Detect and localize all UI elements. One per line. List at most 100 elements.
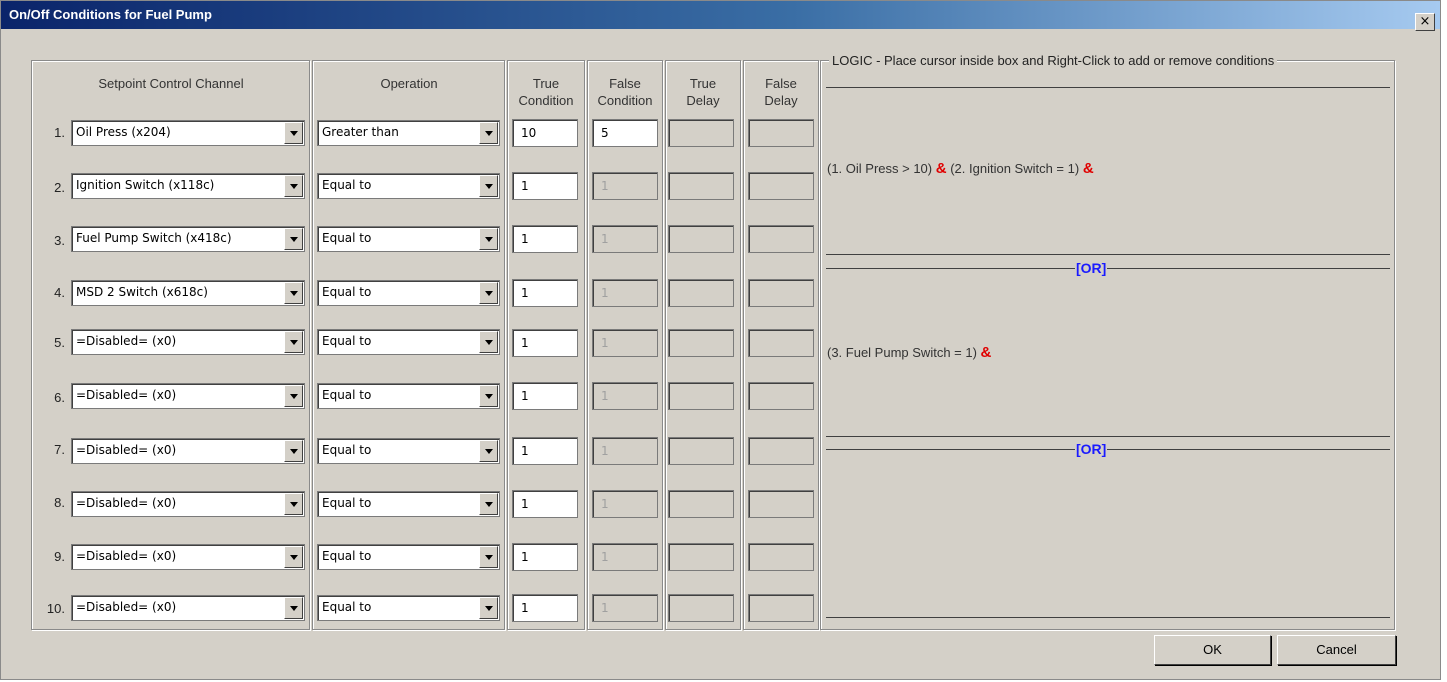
channel-select[interactable]: =Disabled= (x0) bbox=[71, 438, 305, 464]
true-delay-input[interactable] bbox=[668, 543, 734, 571]
chevron-down-icon[interactable] bbox=[479, 282, 498, 304]
chevron-down-icon[interactable] bbox=[284, 493, 303, 515]
chevron-down-icon[interactable] bbox=[479, 122, 498, 144]
chevron-down-icon[interactable] bbox=[479, 440, 498, 462]
operation-select[interactable]: Equal to bbox=[317, 595, 500, 621]
channel-select[interactable]: =Disabled= (x0) bbox=[71, 544, 305, 570]
false-condition-value: 1 bbox=[601, 389, 609, 403]
false-condition-input[interactable]: 1 bbox=[592, 543, 658, 571]
chevron-down-icon[interactable] bbox=[284, 597, 303, 619]
true-condition-input[interactable]: 1 bbox=[512, 594, 578, 622]
true-delay-input[interactable] bbox=[668, 172, 734, 200]
false-condition-input[interactable]: 1 bbox=[592, 382, 658, 410]
operation-select-value: Equal to bbox=[322, 549, 372, 563]
true-condition-input[interactable]: 1 bbox=[512, 225, 578, 253]
channel-select[interactable]: Fuel Pump Switch (x418c) bbox=[71, 226, 305, 252]
true-delay-input[interactable] bbox=[668, 119, 734, 147]
false-delay-input[interactable] bbox=[748, 225, 814, 253]
false-delay-input[interactable] bbox=[748, 279, 814, 307]
true-condition-input[interactable]: 1 bbox=[512, 172, 578, 200]
channel-select-value: =Disabled= (x0) bbox=[76, 443, 177, 457]
channel-select-value: =Disabled= (x0) bbox=[76, 334, 177, 348]
true-delay-input[interactable] bbox=[668, 490, 734, 518]
true-condition-input[interactable]: 10 bbox=[512, 119, 578, 147]
false-condition-input[interactable]: 1 bbox=[592, 490, 658, 518]
operation-select[interactable]: Equal to bbox=[317, 329, 500, 355]
title-bar[interactable]: On/Off Conditions for Fuel Pump bbox=[1, 1, 1440, 29]
window-title: On/Off Conditions for Fuel Pump bbox=[9, 7, 212, 22]
chevron-down-icon[interactable] bbox=[284, 228, 303, 250]
false-delay-input[interactable] bbox=[748, 172, 814, 200]
chevron-down-icon[interactable] bbox=[284, 175, 303, 197]
chevron-down-icon[interactable] bbox=[284, 282, 303, 304]
true-condition-input[interactable]: 1 bbox=[512, 543, 578, 571]
operation-select[interactable]: Greater than bbox=[317, 120, 500, 146]
channel-select[interactable]: Oil Press (x204) bbox=[71, 120, 305, 146]
true-condition-input[interactable]: 1 bbox=[512, 382, 578, 410]
false-delay-input[interactable] bbox=[748, 329, 814, 357]
chevron-down-icon[interactable] bbox=[479, 493, 498, 515]
true-delay-input[interactable] bbox=[668, 329, 734, 357]
chevron-down-icon[interactable] bbox=[284, 440, 303, 462]
false-condition-input[interactable]: 1 bbox=[592, 279, 658, 307]
operation-select[interactable]: Equal to bbox=[317, 438, 500, 464]
true-condition-input[interactable]: 1 bbox=[512, 490, 578, 518]
or-separator: [OR] bbox=[1075, 441, 1108, 457]
false-condition-value: 1 bbox=[601, 232, 609, 246]
true-delay-input[interactable] bbox=[668, 279, 734, 307]
operation-select[interactable]: Equal to bbox=[317, 173, 500, 199]
chevron-down-icon[interactable] bbox=[284, 122, 303, 144]
header-true-condition: True Condition bbox=[509, 75, 583, 109]
false-delay-input[interactable] bbox=[748, 119, 814, 147]
cancel-button[interactable]: Cancel bbox=[1277, 635, 1396, 665]
false-condition-input[interactable]: 5 bbox=[592, 119, 658, 147]
channel-select[interactable]: MSD 2 Switch (x618c) bbox=[71, 280, 305, 306]
channel-select[interactable]: =Disabled= (x0) bbox=[71, 491, 305, 517]
false-condition-input[interactable]: 1 bbox=[592, 172, 658, 200]
false-delay-input[interactable] bbox=[748, 543, 814, 571]
header-true-condition-line2: Condition bbox=[518, 93, 574, 108]
chevron-down-icon[interactable] bbox=[479, 175, 498, 197]
chevron-down-icon[interactable] bbox=[479, 546, 498, 568]
chevron-down-icon[interactable] bbox=[284, 546, 303, 568]
row-number: 3. bbox=[54, 233, 65, 248]
close-button[interactable]: × bbox=[1415, 13, 1435, 31]
chevron-down-icon[interactable] bbox=[479, 331, 498, 353]
logic-group-1[interactable]: (1. Oil Press > 10) & (2. Ignition Switc… bbox=[827, 160, 1094, 177]
false-condition-input[interactable]: 1 bbox=[592, 594, 658, 622]
true-delay-input[interactable] bbox=[668, 225, 734, 253]
chevron-down-icon[interactable] bbox=[284, 331, 303, 353]
true-condition-input[interactable]: 1 bbox=[512, 437, 578, 465]
operation-select[interactable]: Equal to bbox=[317, 544, 500, 570]
true-delay-input[interactable] bbox=[668, 382, 734, 410]
operation-select[interactable]: Equal to bbox=[317, 280, 500, 306]
chevron-down-icon[interactable] bbox=[479, 597, 498, 619]
chevron-down-icon[interactable] bbox=[284, 385, 303, 407]
channel-select[interactable]: =Disabled= (x0) bbox=[71, 329, 305, 355]
false-delay-input[interactable] bbox=[748, 594, 814, 622]
channel-select[interactable]: =Disabled= (x0) bbox=[71, 595, 305, 621]
true-condition-input[interactable]: 1 bbox=[512, 329, 578, 357]
true-delay-input[interactable] bbox=[668, 594, 734, 622]
false-delay-input[interactable] bbox=[748, 490, 814, 518]
channel-select[interactable]: Ignition Switch (x118c) bbox=[71, 173, 305, 199]
false-condition-input[interactable]: 1 bbox=[592, 329, 658, 357]
true-condition-input[interactable]: 1 bbox=[512, 279, 578, 307]
true-delay-input[interactable] bbox=[668, 437, 734, 465]
channel-select[interactable]: =Disabled= (x0) bbox=[71, 383, 305, 409]
ok-button[interactable]: OK bbox=[1154, 635, 1271, 665]
operation-select[interactable]: Equal to bbox=[317, 226, 500, 252]
chevron-down-icon[interactable] bbox=[479, 228, 498, 250]
logic-term: (2. Ignition Switch = 1) bbox=[950, 161, 1080, 176]
false-delay-input[interactable] bbox=[748, 382, 814, 410]
logic-group-2[interactable]: (3. Fuel Pump Switch = 1) & bbox=[827, 344, 991, 361]
false-condition-input[interactable]: 1 bbox=[592, 437, 658, 465]
false-condition-input[interactable]: 1 bbox=[592, 225, 658, 253]
false-delay-input[interactable] bbox=[748, 437, 814, 465]
operation-select[interactable]: Equal to bbox=[317, 383, 500, 409]
row-number: 7. bbox=[54, 442, 65, 457]
chevron-down-icon[interactable] bbox=[479, 385, 498, 407]
operation-select[interactable]: Equal to bbox=[317, 491, 500, 517]
logic-term: (1. Oil Press > 10) bbox=[827, 161, 933, 176]
row-number: 8. bbox=[54, 495, 65, 510]
